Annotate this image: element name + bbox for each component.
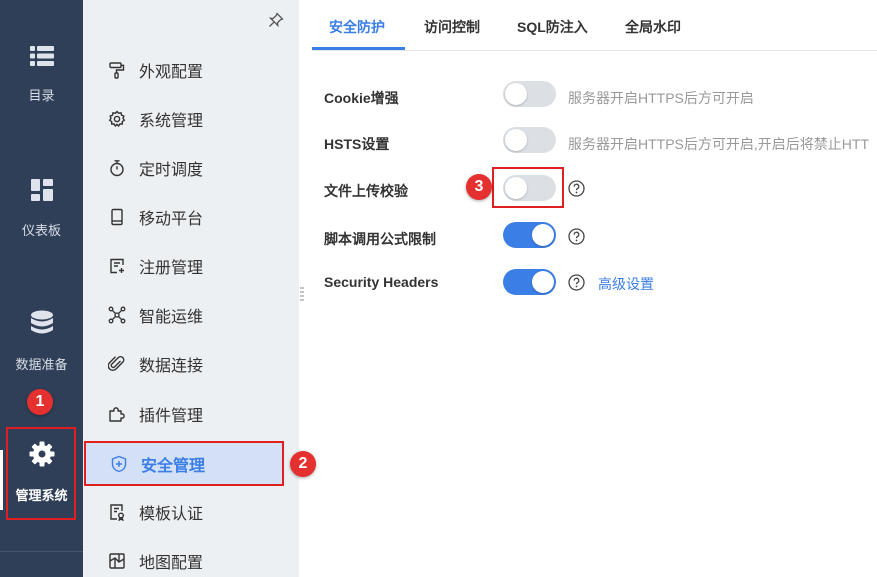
puzzle-icon (107, 404, 127, 424)
annotation-badge-1: 1 (27, 389, 53, 415)
sidebar-item-system[interactable]: 系统管理 (83, 98, 299, 140)
sidebar-item-label: 定时调度 (139, 162, 204, 179)
settings-icon (107, 109, 127, 129)
rail-label-catalog: 目录 (28, 88, 55, 103)
sidebar-item-mobile[interactable]: 移动平台 (83, 196, 299, 238)
rail-divider (0, 551, 83, 552)
timer-icon (107, 158, 127, 178)
cookie-label: Cookie增强 (324, 90, 399, 106)
file-upload-label: 文件上传校验 (324, 183, 408, 199)
sidebar-item-template-auth[interactable]: 模板认证 (83, 491, 299, 533)
list-icon (29, 46, 54, 66)
rail-label-data-prep: 数据准备 (15, 357, 68, 372)
rail-label-dashboard: 仪表板 (21, 223, 61, 238)
sidebar-item-label: 数据连接 (139, 358, 204, 375)
hsts-toggle[interactable] (503, 127, 556, 153)
resize-handle-icon[interactable] (300, 287, 304, 301)
network-icon (107, 305, 127, 325)
rail-item-data-prep[interactable]: 数据准备 (0, 310, 83, 373)
sidebar-item-label: 智能运维 (139, 309, 204, 326)
sidebar-item-label: 模板认证 (139, 506, 204, 523)
help-icon[interactable] (568, 228, 585, 245)
cookie-toggle[interactable] (503, 81, 556, 107)
sidebar-item-map[interactable]: 地图配置 (83, 540, 299, 577)
sidebar-item-register[interactable]: 注册管理 (83, 245, 299, 287)
advanced-settings-link[interactable]: 高级设置 (598, 274, 654, 294)
rail-active-indicator (0, 450, 3, 510)
sidebar-item-ops[interactable]: 智能运维 (83, 294, 299, 336)
sidebar-item-schedule[interactable]: 定时调度 (83, 147, 299, 189)
register-icon (107, 256, 127, 276)
annotation-box-file-upload (492, 167, 564, 208)
rail-item-dashboard[interactable]: 仪表板 (0, 178, 83, 239)
sidebar-item-plugins[interactable]: 插件管理 (83, 393, 299, 435)
help-icon[interactable] (568, 274, 585, 291)
annotation-box-security (84, 441, 284, 486)
security-tabs: 安全防护 访问控制 SQL防注入 全局水印 (312, 0, 877, 51)
tab-protection[interactable]: 安全防护 (329, 17, 385, 37)
rail-item-catalog[interactable]: 目录 (0, 45, 83, 104)
sidebar-item-label: 移动平台 (139, 211, 204, 228)
mobile-icon (107, 207, 127, 227)
paint-roller-icon (107, 60, 127, 80)
tab-sql-injection[interactable]: SQL防注入 (517, 17, 588, 37)
sidebar-item-label: 注册管理 (139, 260, 204, 277)
pin-icon[interactable] (268, 12, 284, 28)
hsts-label: HSTS设置 (324, 136, 390, 152)
toggle-knob (505, 129, 527, 151)
cookie-hint: 服务器开启HTTPS后方可开启 (568, 90, 754, 106)
paperclip-icon (107, 354, 127, 374)
active-tab-indicator (312, 47, 405, 50)
sidebar-item-data-connect[interactable]: 数据连接 (83, 343, 299, 385)
annotation-badge-3: 3 (466, 174, 492, 200)
database-icon (30, 310, 53, 334)
sidebar-item-label: 地图配置 (139, 555, 204, 572)
toggle-knob (532, 224, 554, 246)
document-icon (107, 502, 127, 522)
sidebar-item-label: 外观配置 (139, 64, 204, 81)
map-icon (107, 551, 127, 571)
annotation-box-admin (6, 427, 76, 520)
script-limit-label: 脚本调用公式限制 (324, 231, 436, 247)
sidebar-item-label: 系统管理 (139, 113, 204, 130)
security-settings-panel: 安全防护 访问控制 SQL防注入 全局水印 Cookie增强 服务器开启HTTP… (312, 0, 877, 577)
sidebar-item-label: 插件管理 (139, 408, 204, 425)
tab-watermark[interactable]: 全局水印 (625, 17, 681, 37)
dashboard-icon (30, 179, 53, 201)
sidebar-item-appearance[interactable]: 外观配置 (83, 49, 299, 91)
tab-access-control[interactable]: 访问控制 (424, 17, 480, 37)
admin-sidebar: 外观配置 系统管理 定时调度 移动平台 注册管理 智能运维 数据连接 插件管理 … (83, 0, 299, 577)
toggle-knob (505, 83, 527, 105)
security-headers-toggle[interactable] (503, 269, 556, 295)
toggle-knob (532, 271, 554, 293)
script-limit-toggle[interactable] (503, 222, 556, 248)
help-icon[interactable] (568, 180, 585, 197)
annotation-badge-2: 2 (290, 451, 316, 477)
hsts-hint: 服务器开启HTTPS后方可开启,开启后将禁止HTT (568, 136, 869, 152)
security-headers-label: Security Headers (324, 274, 439, 290)
